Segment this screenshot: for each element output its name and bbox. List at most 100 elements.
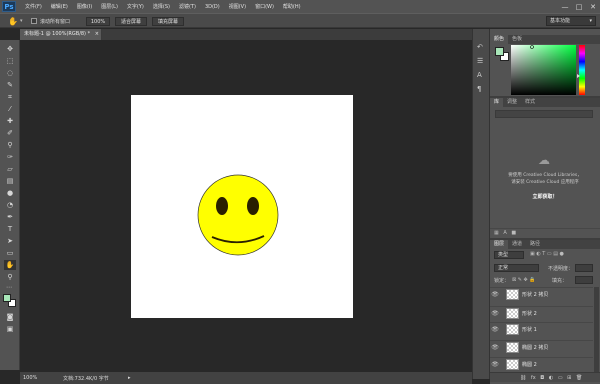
visibility-eye-icon[interactable]: 👁 (490, 326, 500, 333)
layer-row[interactable]: 👁 椭圆 2 (490, 357, 593, 370)
visibility-eye-icon[interactable]: 👁 (490, 344, 500, 351)
menu-edit[interactable]: 编辑(E) (51, 3, 68, 10)
shape-tool-icon[interactable]: ▭ (4, 248, 16, 258)
tab-styles[interactable]: 样式 (521, 98, 539, 107)
eyedropper-tool-icon[interactable]: ⁄ (4, 104, 16, 114)
opacity-field[interactable] (575, 264, 593, 272)
add-mask-icon[interactable]: ◘ (540, 375, 544, 381)
blur-tool-icon[interactable]: ● (4, 188, 16, 198)
menu-select[interactable]: 选择(S) (153, 3, 170, 10)
path-select-tool-icon[interactable]: ➤ (4, 236, 16, 246)
menu-help[interactable]: 帮助(H) (283, 3, 301, 10)
quick-select-tool-icon[interactable]: ✎ (4, 80, 16, 90)
visibility-eye-icon[interactable]: 👁 (490, 310, 500, 317)
layer-filter-kind[interactable]: 类型 (494, 251, 524, 259)
library-dropdown[interactable] (495, 110, 593, 118)
fill-screen-button[interactable]: 填充屏幕 (152, 17, 184, 26)
edit-toolbar-icon[interactable]: ⋯ (6, 284, 12, 291)
menu-image[interactable]: 图像(I) (77, 3, 92, 10)
properties-icon[interactable]: ☰ (477, 57, 483, 65)
tab-libraries[interactable]: 库 (490, 98, 504, 107)
zoom-100-button[interactable]: 100% (86, 17, 110, 26)
tool-preset-arrow-icon[interactable]: ▾ (20, 18, 23, 24)
clone-stamp-tool-icon[interactable]: ⚲ (4, 140, 16, 150)
quick-mask-icon[interactable]: ◙ (4, 312, 16, 322)
screen-mode-icon[interactable]: ▣ (4, 324, 16, 334)
healing-brush-tool-icon[interactable]: ✚ (4, 116, 16, 126)
brush-tool-icon[interactable]: ✐ (4, 128, 16, 138)
color-picker-field[interactable] (511, 45, 576, 95)
tab-adjustments[interactable]: 调整 (503, 98, 521, 107)
zoom-tool-icon[interactable]: ⚲ (4, 272, 16, 282)
move-tool-icon[interactable]: ✥ (4, 44, 16, 54)
type-tool-icon[interactable]: T (4, 224, 16, 234)
eraser-tool-icon[interactable]: ▱ (4, 164, 16, 174)
character-icon[interactable]: A (477, 71, 482, 79)
tab-paths[interactable]: 路径 (526, 240, 544, 249)
layer-row[interactable]: 👁 形状 1 (490, 322, 593, 335)
tab-color[interactable]: 颜色 (490, 35, 509, 44)
foreground-color-chip[interactable] (495, 47, 504, 56)
gradient-tool-icon[interactable]: ▤ (4, 176, 16, 186)
menu-window[interactable]: 窗口(W) (255, 3, 274, 10)
tab-layers[interactable]: 图层 (490, 240, 509, 249)
status-arrow-icon[interactable]: ▸ (128, 375, 131, 381)
blend-mode-select[interactable]: 正常 (494, 264, 539, 272)
visibility-eye-icon[interactable]: 👁 (490, 291, 500, 298)
layers-panel-tabs: 图层 通道 路径 (490, 240, 600, 249)
document-tab[interactable]: 未标题-1 @ 100%(RGB/8) * × (20, 29, 102, 40)
link-layers-icon[interactable]: ⛓ (520, 375, 526, 381)
lock-icons[interactable]: ⊠ ✎ ✥ 🔒 (512, 277, 536, 283)
document-canvas[interactable] (131, 95, 353, 318)
minimize-button[interactable]: — (558, 0, 572, 13)
layer-row[interactable]: 👁 椭圆 2 拷贝 (490, 340, 593, 353)
menu-3d[interactable]: 3D(D) (205, 4, 220, 10)
hand-tool-icon[interactable]: ✋ (8, 17, 18, 26)
new-layer-icon[interactable]: ⊞ (567, 375, 571, 381)
hand-tool-icon[interactable]: ✋ (4, 260, 16, 270)
menu-type[interactable]: 文字(Y) (127, 3, 144, 10)
maximize-button[interactable]: □ (572, 0, 586, 13)
close-button[interactable]: ✕ (586, 0, 600, 13)
lasso-tool-icon[interactable]: ◌ (4, 68, 16, 78)
layer-name: 形状 2 拷贝 (522, 291, 549, 298)
hue-slider-handle[interactable] (577, 74, 580, 78)
layer-style-icon[interactable]: fx (531, 375, 536, 381)
add-character-style-icon[interactable]: A (503, 230, 506, 236)
fill-field[interactable] (575, 276, 593, 284)
get-cc-link[interactable]: 立即获取！ (490, 193, 600, 200)
new-group-icon[interactable]: ▭ (558, 375, 563, 381)
menu-filter[interactable]: 滤镜(T) (179, 3, 196, 10)
scroll-all-checkbox[interactable] (31, 18, 37, 24)
history-brush-tool-icon[interactable]: ✑ (4, 152, 16, 162)
layer-row[interactable]: 👁 形状 2 拷贝 (490, 287, 593, 300)
layer-row[interactable]: 👁 形状 2 (490, 306, 593, 319)
add-graphic-icon[interactable]: ▦ (494, 230, 499, 236)
visibility-eye-icon[interactable]: 👁 (490, 361, 500, 368)
add-color-icon[interactable]: ■ (511, 230, 516, 236)
fit-screen-button[interactable]: 适合屏幕 (115, 17, 147, 26)
paragraph-icon[interactable]: ¶ (477, 85, 481, 93)
zoom-level[interactable]: 100% (23, 375, 37, 381)
close-tab-icon[interactable]: × (95, 31, 99, 37)
layers-footer: ⛓ fx ◘ ◐ ▭ ⊞ 🗑 (490, 372, 600, 382)
hue-slider[interactable] (579, 45, 585, 95)
adjustment-layer-icon[interactable]: ◐ (549, 375, 553, 381)
library-footer: ▦ A ■ (490, 228, 600, 237)
workspace-select[interactable]: 基本功能 ▾ (546, 16, 596, 26)
pen-tool-icon[interactable]: ✒ (4, 212, 16, 222)
menu-view[interactable]: 视图(V) (229, 3, 246, 10)
fill-label: 填充： (552, 278, 568, 284)
menu-layer[interactable]: 图层(L) (101, 3, 118, 10)
foreground-color-swatch[interactable] (3, 294, 11, 302)
delete-layer-icon[interactable]: 🗑 (576, 375, 582, 381)
dodge-tool-icon[interactable]: ◔ (4, 200, 16, 210)
marquee-tool-icon[interactable]: ⬚ (4, 56, 16, 66)
layers-scrollbar[interactable] (594, 287, 599, 372)
history-icon[interactable]: ↶ (477, 43, 483, 51)
menu-file[interactable]: 文件(F) (25, 3, 42, 10)
tab-swatches[interactable]: 色板 (508, 35, 526, 44)
options-bar: ✋ ▾ 滚动所有窗口 100% 适合屏幕 填充屏幕 基本功能 ▾ (0, 13, 600, 28)
crop-tool-icon[interactable]: ⌗ (4, 92, 16, 102)
tab-channels[interactable]: 通道 (508, 240, 526, 249)
